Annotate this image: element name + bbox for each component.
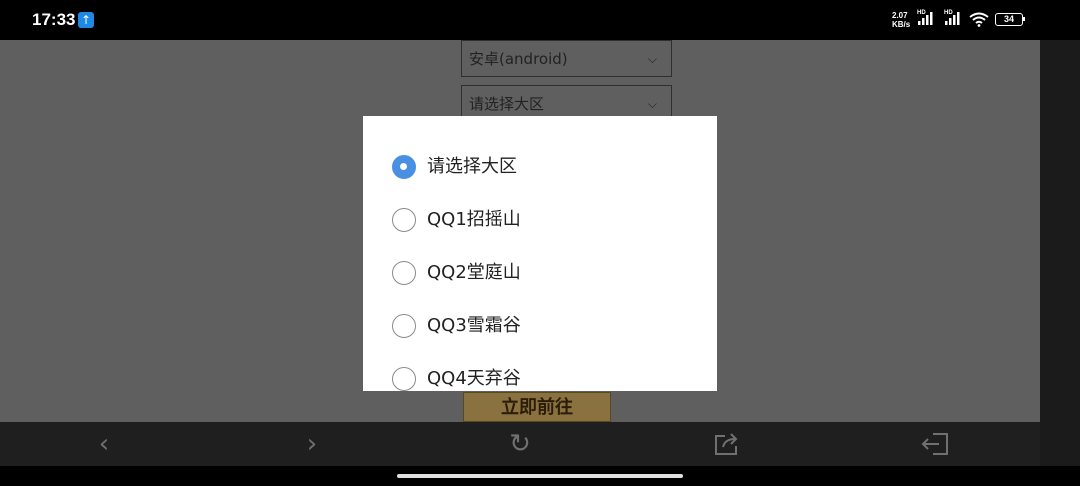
region-picker-dialog: 请选择大区 QQ1招摇山 QQ2堂庭山 QQ3雪霜谷 QQ4天弃谷 bbox=[363, 116, 717, 391]
clock: 17:33 bbox=[32, 10, 76, 29]
battery-tip bbox=[1023, 17, 1025, 21]
share-icon[interactable] bbox=[713, 431, 741, 457]
radio-icon[interactable] bbox=[392, 261, 416, 285]
region-option-label: QQ3雪霜谷 bbox=[427, 315, 521, 336]
region-option-label: QQ1招摇山 bbox=[427, 209, 521, 230]
chevron-down-icon: ⌵ bbox=[647, 52, 657, 66]
platform-select-value: 安卓(android) bbox=[469, 50, 568, 68]
platform-select[interactable]: 安卓(android) ⌵ bbox=[461, 40, 672, 77]
status-bar: 17:33 ↑ 2.07 KB/s HD HD 34 bbox=[0, 0, 1080, 40]
region-option[interactable]: QQ2堂庭山 bbox=[363, 247, 717, 300]
network-speed: 2.07 KB/s bbox=[892, 11, 910, 29]
battery-icon: 34 bbox=[995, 13, 1023, 26]
signal-1-icon bbox=[918, 12, 933, 25]
upload-icon: ↑ bbox=[78, 12, 94, 28]
gesture-area bbox=[0, 466, 1080, 486]
region-option[interactable]: QQ4天弃谷 bbox=[363, 353, 717, 391]
browser-nav-bar: ‹ › ↻ bbox=[0, 422, 1040, 466]
refresh-icon[interactable]: ↻ bbox=[505, 430, 535, 458]
home-gesture-bar[interactable] bbox=[397, 474, 683, 478]
radio-icon[interactable] bbox=[392, 367, 416, 391]
network-speed-value: 2.07 bbox=[892, 11, 908, 20]
region-option-label: QQ2堂庭山 bbox=[427, 262, 521, 283]
region-option[interactable]: QQ3雪霜谷 bbox=[363, 300, 717, 353]
region-option-label: 请选择大区 bbox=[427, 156, 517, 177]
forward-icon[interactable]: › bbox=[297, 430, 327, 458]
radio-icon[interactable] bbox=[392, 208, 416, 232]
region-select-value: 请选择大区 bbox=[469, 95, 545, 113]
network-speed-unit: KB/s bbox=[892, 20, 911, 29]
go-now-button[interactable]: 立即前往 bbox=[463, 392, 611, 422]
side-strip bbox=[1040, 40, 1080, 466]
radio-selected-icon[interactable] bbox=[392, 155, 416, 179]
back-icon[interactable]: ‹ bbox=[89, 430, 119, 458]
region-option[interactable]: 请选择大区 bbox=[363, 141, 717, 194]
radio-icon[interactable] bbox=[392, 314, 416, 338]
wifi-icon bbox=[969, 12, 989, 27]
exit-icon[interactable] bbox=[921, 431, 949, 457]
region-option-label: QQ4天弃谷 bbox=[427, 368, 521, 389]
region-option[interactable]: QQ1招摇山 bbox=[363, 194, 717, 247]
signal-2-icon bbox=[945, 12, 960, 25]
